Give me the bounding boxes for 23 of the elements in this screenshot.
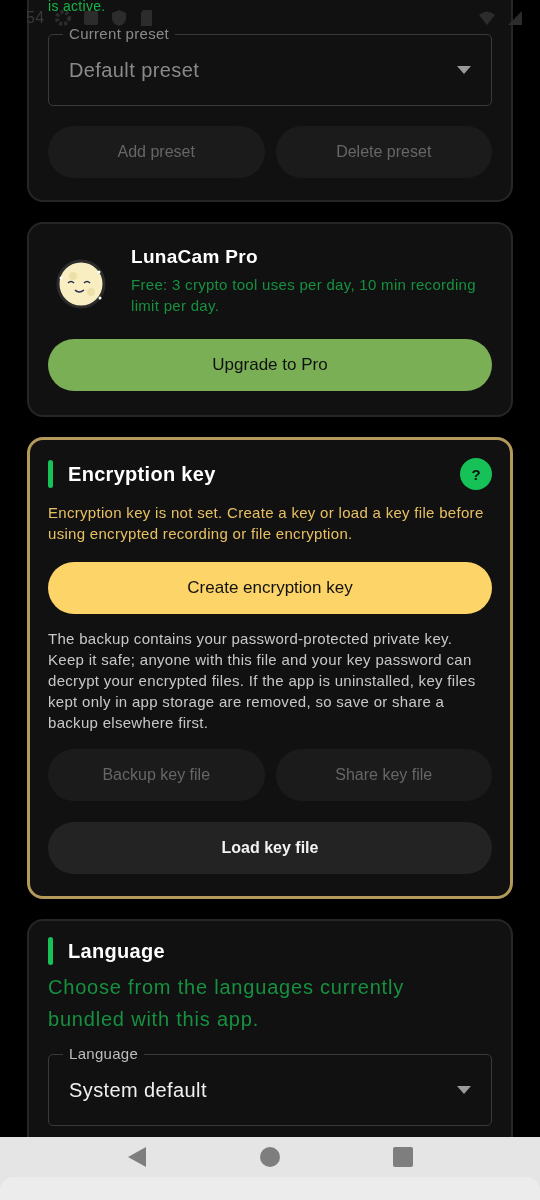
warning-text: Encryption key is not set. Create a key or load a key file before using encrypted recording or file encryption. (48, 503, 485, 544)
dropdown-arrow-icon (457, 66, 471, 74)
field-value: Default preset (69, 58, 201, 82)
plan-description: Free: 3 crypto tool uses per day, 10 min recording limit per day. (131, 275, 477, 316)
recents-icon[interactable] (392, 1146, 415, 1168)
home-icon[interactable] (259, 1146, 281, 1168)
card-title: LunaCam Pro (131, 246, 259, 268)
section-title: Language (68, 939, 166, 963)
shield-icon (110, 9, 129, 27)
section-title: Encryption key (68, 462, 217, 486)
help-button[interactable]: ? (460, 458, 492, 490)
wifi-icon (478, 9, 496, 27)
accent-bar (48, 460, 53, 488)
field-value: System default (69, 1078, 208, 1102)
create-key-button[interactable]: Create encryption key (48, 562, 492, 614)
dropdown-arrow-icon (457, 1086, 471, 1094)
section-description: Choose from the languages currently bundled with this app. (48, 975, 405, 1032)
status-note: is active. (48, 0, 106, 13)
upgrade-button[interactable]: Upgrade to Pro (48, 339, 492, 391)
info-text: The backup contains your password-protected private key. Keep it safe; anyone with this file and your key password can decrypt your encrypted files. If the app is uninstalled, key files kept only in app storage are removed, so save or share a backup elsewhere first. (48, 629, 477, 733)
load-key-button[interactable]: Load key file (48, 822, 492, 874)
accent-bar (48, 937, 53, 965)
gear-icon (54, 9, 73, 27)
